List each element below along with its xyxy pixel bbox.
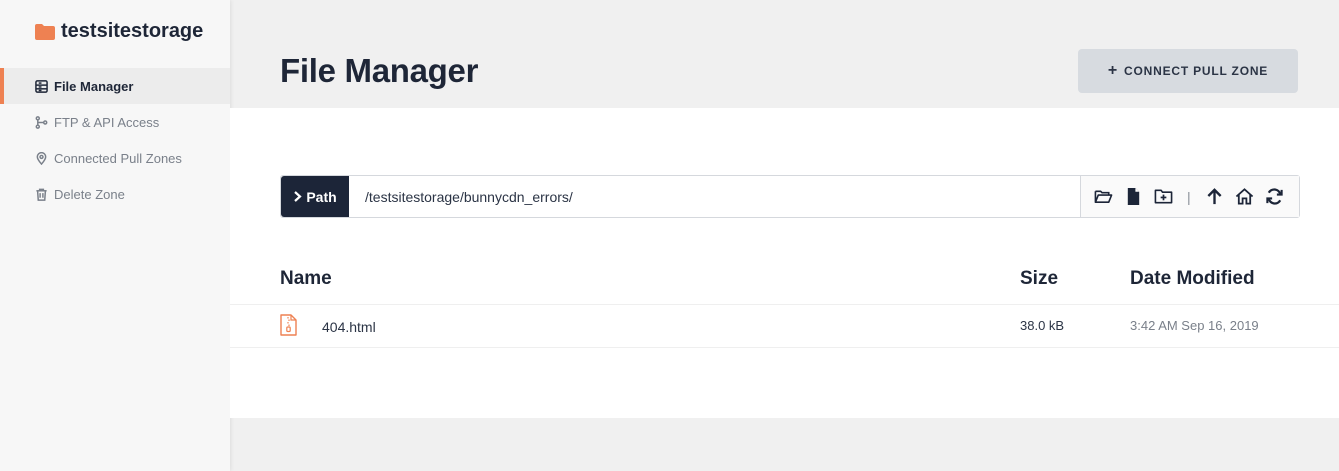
column-header-date-modified[interactable]: Date Modified [1130, 268, 1255, 290]
sidebar-item-label: FTP & API Access [54, 114, 160, 130]
zone-name: testsitestorage [61, 20, 204, 42]
sidebar-item-connected-pull-zones[interactable]: Connected Pull Zones [0, 140, 230, 176]
git-branch-icon [35, 115, 48, 129]
path-label-text: Path [306, 188, 337, 205]
home-button[interactable] [1233, 185, 1257, 209]
sidebar-item-delete-zone[interactable]: Delete Zone [0, 176, 230, 212]
open-folder-icon [1094, 190, 1112, 204]
file-manager-icon [35, 79, 48, 93]
sidebar-item-label: Connected Pull Zones [54, 150, 182, 166]
path-bar: Path | [280, 175, 1300, 218]
page-title: File Manager [280, 52, 479, 89]
map-pin-icon [36, 151, 47, 165]
path-label: Path [281, 176, 349, 217]
sidebar-item-label: File Manager [54, 78, 134, 94]
toolbar-separator: | [1187, 188, 1191, 205]
trash-icon [36, 188, 47, 201]
file-name[interactable]: 404.html [322, 319, 376, 335]
folder-icon [35, 23, 55, 40]
file-date-modified: 3:42 AM Sep 16, 2019 [1130, 318, 1259, 333]
table-row[interactable]: 404.html 38.0 kB 3:42 AM Sep 16, 2019 [230, 305, 1339, 348]
zip-file-icon [280, 314, 297, 336]
sidebar-nav: File Manager FTP & API Access Connected … [0, 68, 230, 212]
zone-title: testsitestorage [35, 20, 203, 43]
sidebar-item-ftp-api-access[interactable]: FTP & API Access [0, 104, 230, 140]
up-arrow-icon [1207, 188, 1222, 205]
path-toolbar: | [1080, 176, 1299, 217]
connect-pull-zone-button[interactable]: + CONNECT PULL ZONE [1078, 49, 1298, 93]
new-file-icon [1127, 187, 1139, 206]
up-directory-button[interactable] [1203, 185, 1227, 209]
refresh-icon [1266, 188, 1283, 205]
column-header-size[interactable]: Size [1020, 268, 1058, 290]
open-folder-button[interactable] [1091, 185, 1115, 209]
home-icon [1235, 188, 1254, 205]
path-input[interactable] [349, 176, 1080, 217]
column-header-name[interactable]: Name [280, 268, 332, 290]
new-folder-icon [1154, 189, 1172, 204]
sidebar: testsitestorage File Manager FTP & API A… [0, 0, 230, 471]
refresh-button[interactable] [1263, 185, 1287, 209]
file-manager-panel: Path | Name Size Date M [230, 108, 1339, 418]
connect-pull-zone-label: CONNECT PULL ZONE [1124, 64, 1269, 78]
new-folder-button[interactable] [1151, 185, 1175, 209]
file-size: 38.0 kB [1020, 318, 1065, 333]
new-file-button[interactable] [1121, 185, 1145, 209]
sidebar-item-file-manager[interactable]: File Manager [0, 68, 230, 104]
plus-icon: + [1107, 62, 1119, 79]
sidebar-item-label: Delete Zone [54, 186, 125, 202]
chevron-right-icon [294, 191, 302, 202]
